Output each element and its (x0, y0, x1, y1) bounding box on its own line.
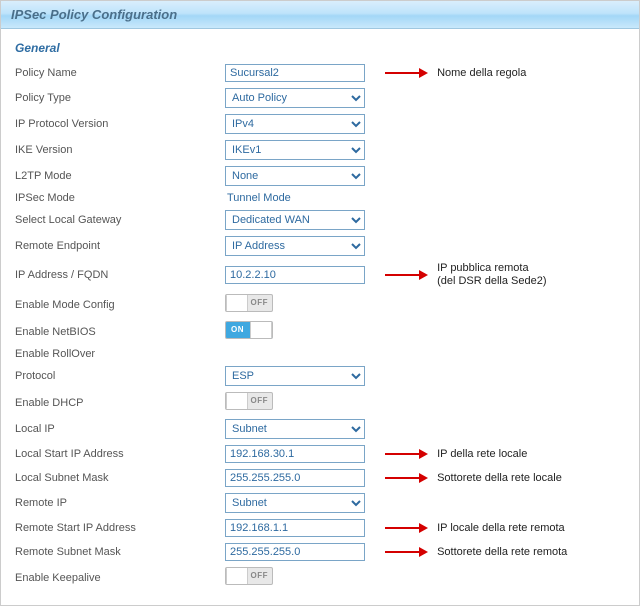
label-remote-ep: Remote Endpoint (15, 233, 225, 259)
remote-ip-select[interactable]: Subnet (225, 493, 365, 513)
dhcp-toggle[interactable]: OFF (225, 392, 273, 410)
remote-ep-select[interactable]: IP Address (225, 236, 365, 256)
page-title: IPSec Policy Configuration (1, 1, 639, 29)
remote-start-input[interactable] (225, 519, 365, 537)
label-keepalive: Enable Keepalive (15, 564, 225, 591)
label-dhcp: Enable DHCP (15, 389, 225, 416)
local-ip-select[interactable]: Subnet (225, 419, 365, 439)
local-mask-input[interactable] (225, 469, 365, 487)
annotation-local-mask: Sottorete della rete locale (437, 472, 562, 484)
label-l2tp-mode: L2TP Mode (15, 163, 225, 189)
label-ipsec-mode: IPSec Mode (15, 189, 225, 207)
label-policy-type: Policy Type (15, 85, 225, 111)
form-body: General Policy Name Nome della regola Po… (1, 29, 639, 605)
arrow-icon (385, 546, 428, 558)
annotation-remote-start: IP locale della rete remota (437, 522, 565, 534)
arrow-icon (385, 472, 428, 484)
arrow-icon (385, 67, 428, 79)
section-general: General (15, 41, 625, 55)
label-ip-fqdn: IP Address / FQDN (15, 259, 225, 291)
ike-ver-select[interactable]: IKEv1 (225, 140, 365, 160)
netbios-toggle[interactable]: ON (225, 321, 273, 339)
label-remote-start: Remote Start IP Address (15, 516, 225, 540)
ip-proto-ver-select[interactable]: IPv4 (225, 114, 365, 134)
label-netbios: Enable NetBIOS (15, 318, 225, 345)
label-ip-proto-ver: IP Protocol Version (15, 111, 225, 137)
label-mode-config: Enable Mode Config (15, 291, 225, 318)
mode-config-toggle[interactable]: OFF (225, 294, 273, 312)
arrow-icon (385, 448, 428, 460)
ipsec-mode-value: Tunnel Mode (225, 192, 291, 204)
annotation-local-start: IP della rete locale (437, 448, 527, 460)
policy-type-select[interactable]: Auto Policy (225, 88, 365, 108)
local-gw-select[interactable]: Dedicated WAN (225, 210, 365, 230)
annotation-remote-mask: Sottorete della rete remota (437, 546, 567, 558)
label-local-mask: Local Subnet Mask (15, 466, 225, 490)
label-local-start: Local Start IP Address (15, 442, 225, 466)
label-protocol: Protocol (15, 363, 225, 389)
remote-mask-input[interactable] (225, 543, 365, 561)
ip-fqdn-input[interactable] (225, 266, 365, 284)
label-local-gw: Select Local Gateway (15, 207, 225, 233)
annotation-policy-name: Nome della regola (437, 67, 526, 79)
l2tp-mode-select[interactable]: None (225, 166, 365, 186)
keepalive-toggle[interactable]: OFF (225, 567, 273, 585)
policy-name-input[interactable] (225, 64, 365, 82)
protocol-select[interactable]: ESP (225, 366, 365, 386)
annotation-ip-fqdn: IP pubblica remota (del DSR della Sede2) (437, 262, 546, 288)
label-rollover: Enable RollOver (15, 345, 225, 363)
arrow-icon (385, 522, 428, 534)
arrow-icon (385, 269, 428, 281)
label-remote-ip: Remote IP (15, 490, 225, 516)
label-policy-name: Policy Name (15, 61, 225, 85)
general-form: Policy Name Nome della regola Policy Typ… (15, 61, 625, 591)
local-start-input[interactable] (225, 445, 365, 463)
label-local-ip: Local IP (15, 416, 225, 442)
label-ike-ver: IKE Version (15, 137, 225, 163)
label-remote-mask: Remote Subnet Mask (15, 540, 225, 564)
ipsec-config-page: IPSec Policy Configuration General Polic… (0, 0, 640, 606)
